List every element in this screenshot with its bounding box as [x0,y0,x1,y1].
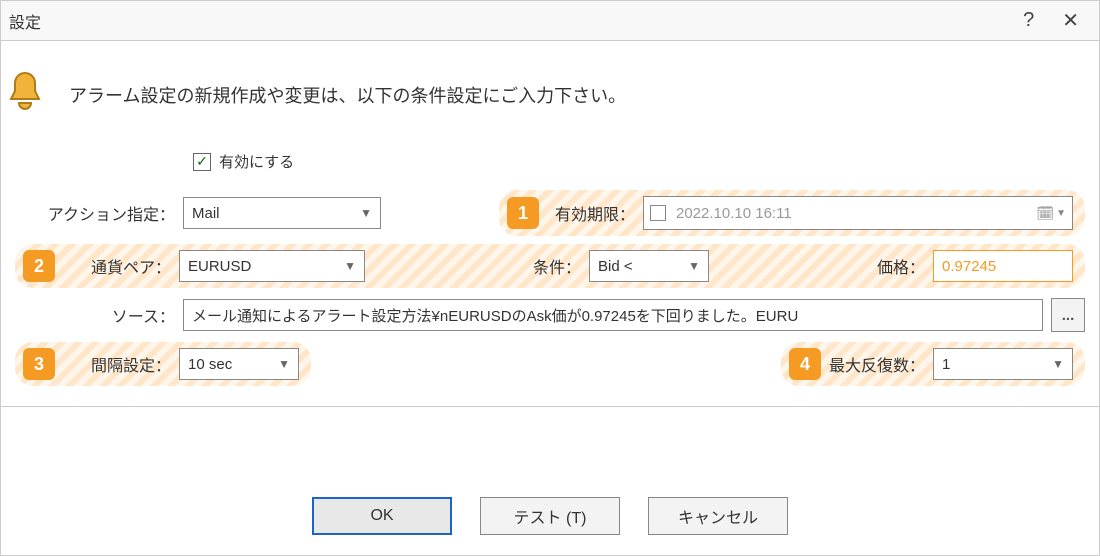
interval-label: 間隔設定： [63,352,171,376]
chevron-down-icon: ▼ [688,259,700,273]
interval-select[interactable]: 10 sec ▼ [179,348,299,380]
expiry-checkbox[interactable] [650,205,666,221]
enable-checkbox[interactable]: ✓ [193,153,211,171]
source-input[interactable]: メール通知によるアラート設定方法¥nEURUSDのAsk価が0.97245を下回… [183,299,1043,331]
pair-value: EURUSD [188,258,336,275]
chevron-down-icon: ▼ [360,206,372,220]
badge-4: 4 [789,348,821,380]
expiry-value: 2022.10.10 16:11 [676,205,792,222]
test-button[interactable]: テスト (T) [480,497,620,535]
separator [1,406,1099,407]
cancel-button[interactable]: キャンセル [648,497,788,535]
source-value: メール通知によるアラート設定方法¥nEURUSDのAsk価が0.97245を下回… [192,305,798,326]
badge-2: 2 [23,250,55,282]
header: アラーム設定の新規作成や変更は、以下の条件設定にご入力下さい。 [1,41,1099,141]
interval-value: 10 sec [188,356,270,373]
source-label: ソース： [15,303,175,327]
expiry-field[interactable]: 2022.10.10 16:11 🗓 ▼ [643,196,1073,230]
badge-1: 1 [507,197,539,229]
header-instruction: アラーム設定の新規作成や変更は、以下の条件設定にご入力下さい。 [69,82,626,108]
condition-label: 条件： [533,254,581,278]
pair-select[interactable]: EURUSD ▼ [179,250,365,282]
chevron-down-icon[interactable]: ▼ [1056,208,1066,219]
ok-button[interactable]: OK [312,497,452,535]
expiry-label: 有効期限： [547,201,643,225]
condition-value: Bid < [598,258,680,275]
price-input[interactable]: 0.97245 [933,250,1073,282]
badge-3: 3 [23,348,55,380]
source-more-button[interactable]: ... [1051,298,1085,332]
window-title: 設定 [9,9,1023,33]
enable-label: 有効にする [219,151,294,172]
chevron-down-icon: ▼ [344,259,356,273]
action-label: アクション指定： [15,201,175,225]
close-icon[interactable]: ✕ [1062,8,1079,33]
price-label: 価格： [877,254,925,278]
chevron-down-icon: ▼ [278,357,290,371]
maxrepeat-label: 最大反復数： [829,352,925,376]
help-icon[interactable]: ? [1023,9,1034,32]
calendar-icon[interactable]: 🗓 [1036,205,1054,222]
price-value: 0.97245 [942,258,996,275]
action-select[interactable]: Mail ▼ [183,197,381,229]
bell-icon [1,69,49,121]
condition-select[interactable]: Bid < ▼ [589,250,709,282]
maxrepeat-value: 1 [942,356,1044,373]
maxrepeat-select[interactable]: 1 ▼ [933,348,1073,380]
chevron-down-icon: ▼ [1052,357,1064,371]
titlebar: 設定 ? ✕ [1,1,1099,41]
pair-label: 通貨ペア： [63,254,171,278]
action-value: Mail [192,205,352,222]
